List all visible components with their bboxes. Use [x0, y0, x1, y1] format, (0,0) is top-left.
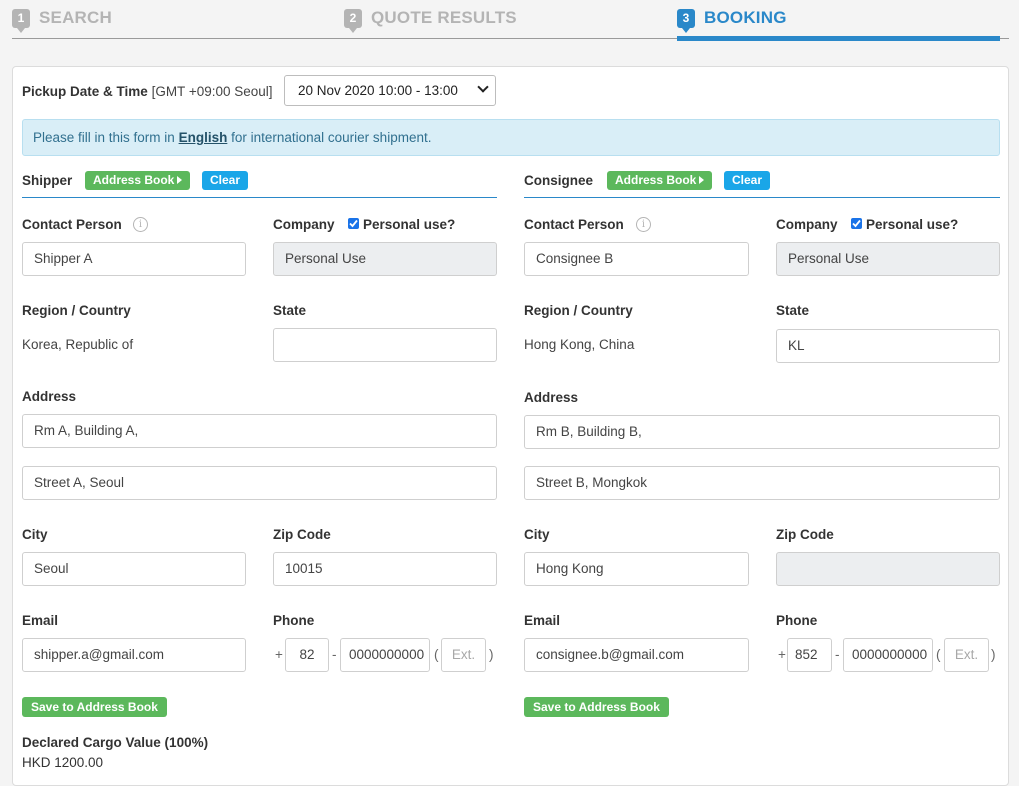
phone-paren-open: (: [434, 647, 439, 662]
phone-paren-open: (: [936, 647, 941, 662]
step-quote-results[interactable]: 2 QUOTE RESULTS: [344, 6, 517, 33]
consignee-address-book-button[interactable]: Address Book: [607, 171, 713, 190]
consignee-region-label: Region / Country: [524, 303, 633, 318]
caret-right-icon: [177, 176, 183, 184]
shipper-region-value: Korea, Republic of: [22, 337, 134, 352]
consignee-address-label: Address: [524, 390, 579, 405]
shipper-personal-use-checkbox[interactable]: [348, 218, 359, 229]
shipper-personal-use-label: Personal use?: [363, 217, 456, 232]
step-booking[interactable]: 3 BOOKING: [677, 6, 787, 33]
shipper-address1-input[interactable]: Rm A, Building A,: [22, 414, 497, 448]
caret-right-icon: [699, 176, 705, 184]
consignee-state-label: State: [776, 303, 810, 318]
pickup-label: Pickup Date & Time: [22, 84, 148, 99]
phone-plus: +: [778, 647, 786, 662]
shipper-contact-input[interactable]: Shipper A: [22, 242, 246, 276]
shipper-divider: [22, 197, 497, 198]
consignee-state-input[interactable]: KL: [776, 329, 1000, 363]
consignee-phone-country-input[interactable]: 852: [787, 638, 832, 672]
shipper-save-address-book-button[interactable]: Save to Address Book: [22, 697, 167, 717]
phone-dash: -: [332, 647, 337, 662]
consignee-divider: [524, 197, 1000, 198]
consignee-contact-label: Contact Person: [524, 217, 624, 232]
shipper-zip-input[interactable]: 10015: [273, 552, 497, 586]
shipper-phone-ext-input[interactable]: Ext.: [441, 638, 486, 672]
consignee-zip-input: [776, 552, 1000, 586]
shipper-phone-number-input[interactable]: 0000000000: [340, 638, 430, 672]
shipper-address-book-button[interactable]: Address Book: [85, 171, 191, 190]
notice-prefix: Please fill in this form in: [33, 130, 175, 145]
step-label: SEARCH: [39, 8, 112, 27]
info-icon[interactable]: i: [636, 217, 651, 232]
consignee-zip-label: Zip Code: [776, 527, 834, 542]
english-notice: Please fill in this form in English for …: [22, 119, 1000, 156]
shipper-state-input[interactable]: [273, 328, 497, 362]
address-book-label: Address Book: [615, 173, 697, 187]
consignee-address1-input[interactable]: Rm B, Building B,: [524, 415, 1000, 449]
step-number-badge: 2: [344, 8, 362, 33]
address-book-label: Address Book: [93, 173, 175, 187]
pickup-timezone: [GMT +09:00 Seoul]: [151, 84, 273, 99]
phone-plus: +: [275, 647, 283, 662]
shipper-address2-input[interactable]: Street A, Seoul: [22, 466, 497, 500]
notice-suffix: for international courier shipment.: [231, 130, 432, 145]
shipper-phone-label: Phone: [273, 613, 315, 628]
shipper-clear-button[interactable]: Clear: [202, 171, 249, 190]
step-label: QUOTE RESULTS: [371, 8, 517, 27]
shipper-address-label: Address: [22, 389, 77, 404]
consignee-save-address-book-button[interactable]: Save to Address Book: [524, 697, 669, 717]
notice-english-link[interactable]: English: [179, 130, 228, 145]
consignee-region-value: Hong Kong, China: [524, 337, 635, 352]
consignee-phone-number-input[interactable]: 0000000000: [843, 638, 933, 672]
phone-paren-close: ): [489, 647, 494, 662]
shipper-title: Shipper: [22, 173, 73, 188]
consignee-company-input: Personal Use: [776, 242, 1000, 276]
pickup-label-group: Pickup Date & Time [GMT +09:00 Seoul]: [22, 84, 273, 99]
consignee-address2-input[interactable]: Street B, Mongkok: [524, 466, 1000, 500]
step-number-badge: 1: [12, 8, 30, 33]
active-step-indicator: [677, 36, 1000, 41]
shipper-phone-country-input[interactable]: 82: [285, 638, 329, 672]
shipper-company-label: Company: [273, 217, 335, 232]
shipper-contact-label: Contact Person: [22, 217, 122, 232]
step-number-badge: 3: [677, 8, 695, 33]
declared-value-label: Declared Cargo Value (100%): [22, 735, 209, 750]
step-search[interactable]: 1 SEARCH: [12, 6, 112, 33]
phone-paren-close: ): [991, 647, 996, 662]
consignee-email-input[interactable]: consignee.b@gmail.com: [524, 638, 749, 672]
info-icon[interactable]: i: [133, 217, 148, 232]
pickup-time-select[interactable]: 20 Nov 2020 10:00 - 13:00: [284, 75, 496, 106]
consignee-title: Consignee: [524, 173, 594, 188]
consignee-contact-input[interactable]: Consignee B: [524, 242, 749, 276]
declared-value: HKD 1200.00: [22, 755, 104, 770]
shipper-city-label: City: [22, 527, 48, 542]
consignee-city-input[interactable]: Hong Kong: [524, 552, 749, 586]
chevron-down-icon: [477, 81, 489, 93]
consignee-phone-label: Phone: [776, 613, 818, 628]
shipper-state-label: State: [273, 303, 307, 318]
phone-dash: -: [835, 647, 840, 662]
consignee-phone-ext-input[interactable]: Ext.: [944, 638, 989, 672]
shipper-email-input[interactable]: shipper.a@gmail.com: [22, 638, 246, 672]
consignee-personal-use-label: Personal use?: [866, 217, 959, 232]
shipper-city-input[interactable]: Seoul: [22, 552, 246, 586]
pickup-time-value: 20 Nov 2020 10:00 - 13:00: [298, 83, 458, 98]
consignee-city-label: City: [524, 527, 550, 542]
shipper-company-input: Personal Use: [273, 242, 497, 276]
shipper-email-label: Email: [22, 613, 59, 628]
consignee-clear-button[interactable]: Clear: [724, 171, 771, 190]
consignee-email-label: Email: [524, 613, 561, 628]
step-label: BOOKING: [704, 8, 787, 27]
consignee-company-label: Company: [776, 217, 838, 232]
shipper-region-label: Region / Country: [22, 303, 131, 318]
shipper-zip-label: Zip Code: [273, 527, 331, 542]
consignee-personal-use-checkbox[interactable]: [851, 218, 862, 229]
